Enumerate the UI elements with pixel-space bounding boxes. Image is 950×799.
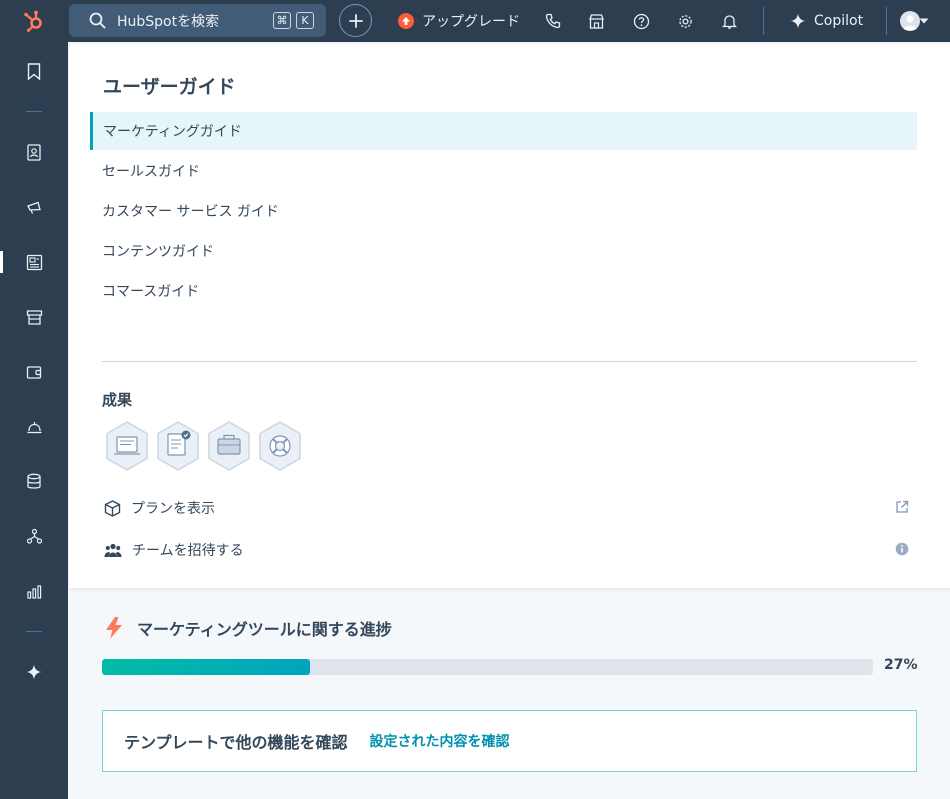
- copilot-label: Copilot: [814, 13, 864, 29]
- checklist-badge-icon[interactable]: [155, 420, 201, 472]
- upgrade-label: アップグレード: [422, 14, 520, 30]
- user-avatar[interactable]: [900, 11, 920, 31]
- automation-workflow-icon[interactable]: [24, 526, 44, 546]
- upgrade-arrow-icon: [398, 13, 414, 29]
- upgrade-button[interactable]: アップグレード: [398, 0, 520, 42]
- invite-team-label: チームを招待する: [132, 543, 244, 559]
- team-people-icon: [104, 543, 122, 557]
- phone-icon[interactable]: [543, 11, 563, 31]
- sidebar-divider: [26, 631, 42, 632]
- help-icon[interactable]: [631, 11, 651, 31]
- create-new-button[interactable]: [339, 4, 372, 37]
- guide-item-sales[interactable]: セールスガイド: [90, 152, 917, 190]
- page-title: ユーザーガイド: [103, 76, 236, 98]
- progress-bar-fill: [102, 659, 311, 675]
- account-menu-chevron-down-icon[interactable]: [918, 11, 930, 31]
- invite-team-link[interactable]: チームを招待する: [104, 538, 909, 562]
- sidebar-active-indicator: [0, 251, 3, 273]
- info-icon[interactable]: [895, 542, 909, 560]
- guide-item-content[interactable]: コンテンツガイド: [90, 232, 917, 270]
- search-icon: [89, 12, 106, 29]
- view-plan-link[interactable]: プランを表示: [104, 496, 909, 520]
- search-bar[interactable]: HubSpotを検索 ⌘ K: [69, 4, 326, 37]
- wallet-icon[interactable]: [24, 362, 44, 382]
- notifications-bell-icon[interactable]: [719, 11, 739, 31]
- copilot-button[interactable]: Copilot: [790, 0, 863, 42]
- marketing-megaphone-icon[interactable]: [24, 197, 44, 217]
- user-guide-panel: ユーザーガイド マーケティングガイド セールスガイド カスタマー サービス ガイ…: [69, 44, 950, 588]
- guide-item-commerce[interactable]: コマースガイド: [90, 272, 917, 310]
- progress-heading: マーケティングツールに関する進捗: [103, 616, 392, 640]
- service-bell-icon[interactable]: [24, 417, 44, 437]
- ai-sparkle-icon[interactable]: [24, 662, 44, 682]
- template-callout: テンプレートで他の機能を確認 設定された内容を確認: [102, 710, 917, 772]
- package-box-icon: [104, 499, 121, 517]
- reporting-bar-chart-icon[interactable]: [24, 581, 44, 601]
- database-icon[interactable]: [24, 471, 44, 491]
- k-key-hint: K: [296, 12, 314, 29]
- bookmark-icon[interactable]: [24, 61, 44, 81]
- left-sidebar: [0, 42, 68, 799]
- achievements-heading: 成果: [102, 391, 133, 409]
- marketplace-icon[interactable]: [586, 11, 606, 31]
- guide-item-customer-service[interactable]: カスタマー サービス ガイド: [90, 192, 917, 230]
- commerce-store-icon[interactable]: [24, 307, 44, 327]
- view-plan-label: プランを表示: [131, 501, 215, 517]
- progress-title: マーケティングツールに関する進捗: [137, 620, 392, 639]
- command-key-hint: ⌘: [273, 12, 291, 29]
- settings-gear-icon[interactable]: [675, 11, 695, 31]
- sidebar-divider: [26, 111, 42, 112]
- content-newspaper-icon[interactable]: [24, 252, 44, 272]
- sparkle-icon: [790, 13, 806, 29]
- top-navigation-bar: HubSpotを検索 ⌘ K アップグレード Copilot: [0, 0, 950, 42]
- progress-bar: [102, 659, 873, 675]
- guide-item-marketing[interactable]: マーケティングガイド: [90, 112, 917, 150]
- hubspot-logo-icon[interactable]: [0, 0, 68, 42]
- toolbar-divider: [763, 7, 764, 35]
- certificate-badge-icon[interactable]: [104, 420, 150, 472]
- section-divider: [102, 361, 917, 362]
- external-link-icon[interactable]: [895, 500, 909, 518]
- contacts-icon[interactable]: [24, 142, 44, 162]
- lifebuoy-badge-icon[interactable]: [257, 420, 303, 472]
- view-settings-link[interactable]: 設定された内容を確認: [370, 731, 510, 751]
- toolbar-divider: [886, 7, 887, 35]
- briefcase-badge-icon[interactable]: [206, 420, 252, 472]
- lightning-bolt-icon: [106, 617, 122, 639]
- progress-percent: 27%: [884, 657, 918, 673]
- template-callout-text: テンプレートで他の機能を確認: [124, 733, 348, 752]
- plus-icon: [348, 13, 363, 28]
- search-placeholder: HubSpotを検索: [117, 13, 220, 30]
